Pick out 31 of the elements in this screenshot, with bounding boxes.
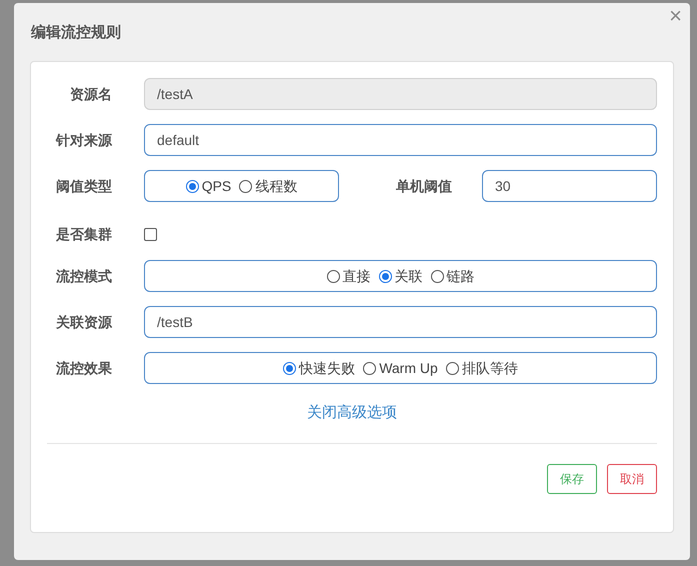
field-label: 阈值类型 xyxy=(56,176,112,196)
radio-icon[interactable] xyxy=(446,362,459,374)
field-label: 流控模式 xyxy=(56,266,112,286)
dialog-title: 编辑流控规则 xyxy=(31,22,121,43)
radio-icon[interactable] xyxy=(326,270,340,282)
field-label: 关联资源 xyxy=(56,312,112,332)
field-label: 资源名 xyxy=(70,84,112,104)
checkbox[interactable] xyxy=(144,228,157,240)
radio-option[interactable]: 关联 xyxy=(378,266,422,286)
field-label: 单机阈值 xyxy=(396,176,452,196)
radio-icon[interactable] xyxy=(363,362,376,374)
radio-option[interactable]: Warm Up xyxy=(363,358,438,378)
radio-option[interactable]: 线程数 xyxy=(239,176,298,196)
radio-option[interactable]: QPS xyxy=(186,176,232,196)
text-field[interactable]: /testB xyxy=(144,306,657,338)
field-label: 是否集群 xyxy=(56,224,112,244)
radio-icon[interactable] xyxy=(239,180,252,192)
radio-icon[interactable] xyxy=(283,362,296,374)
cancel-button[interactable]: 取消 xyxy=(607,464,657,494)
radio-option[interactable]: 排队等待 xyxy=(446,358,518,378)
radio-icon[interactable] xyxy=(378,270,392,282)
radio-icon[interactable] xyxy=(430,270,444,282)
advanced-options-link[interactable]: 关闭高级选项 xyxy=(307,402,397,424)
radio-option[interactable]: 直接 xyxy=(326,266,370,286)
field-label: 针对来源 xyxy=(56,130,112,150)
text-field[interactable]: 30 xyxy=(482,170,657,202)
radio-option[interactable]: 快速失败 xyxy=(283,358,356,378)
radio-option[interactable]: 链路 xyxy=(430,266,474,286)
field-label: 流控效果 xyxy=(56,358,112,378)
text-field[interactable]: default xyxy=(144,124,657,156)
radio-icon[interactable] xyxy=(186,180,199,192)
